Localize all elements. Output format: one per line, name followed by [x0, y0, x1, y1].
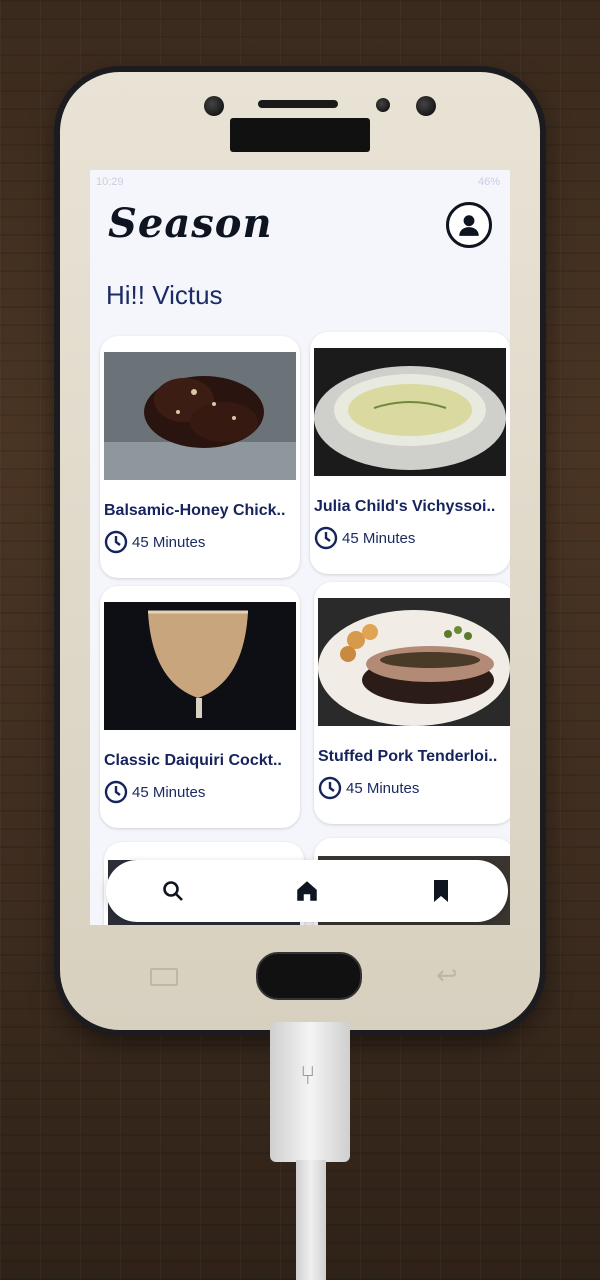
status-battery: 46%	[477, 176, 500, 188]
search-icon	[163, 881, 183, 901]
home-icon	[297, 881, 317, 901]
earpiece	[258, 100, 338, 108]
home-hardware-button[interactable]	[256, 952, 362, 1000]
nav-search-button[interactable]	[158, 876, 188, 906]
clock-icon	[104, 530, 128, 554]
sensor-icon	[376, 98, 390, 112]
app-screen: 10:29 46% Season Hi!! Victus Balsamic-Ho…	[90, 170, 510, 925]
recipe-time-label: 45 Minutes	[132, 783, 206, 801]
front-camera-icon	[204, 96, 224, 116]
back-icon[interactable]: ↩	[436, 960, 458, 991]
recipe-card[interactable]: Julia Child's Vichyssoi.. 45 Minutes	[310, 332, 510, 574]
recipe-time: 45 Minutes	[104, 780, 205, 804]
pork-photo	[318, 598, 510, 726]
clock-icon	[314, 526, 338, 550]
recipe-time-label: 45 Minutes	[132, 533, 206, 551]
recipe-time-label: 45 Minutes	[342, 529, 416, 547]
cocktail-photo	[104, 602, 296, 730]
status-time: 10:29	[96, 176, 124, 188]
profile-button[interactable]	[446, 202, 492, 248]
usb-cable	[270, 1022, 350, 1162]
sensor-bar	[230, 118, 370, 152]
clock-icon	[104, 780, 128, 804]
user-icon	[459, 215, 479, 236]
bottom-nav	[106, 860, 508, 922]
app-logo: Season	[108, 200, 273, 247]
soup-photo	[314, 348, 506, 476]
clock-icon	[318, 776, 342, 800]
recipe-title: Balsamic-Honey Chick..	[104, 502, 286, 519]
bookmark-icon	[434, 880, 448, 902]
recipe-card[interactable]: Balsamic-Honey Chick.. 45 Minutes	[100, 336, 300, 578]
recipe-title: Julia Child's Vichyssoi..	[314, 498, 496, 515]
fried-chicken-photo	[104, 352, 296, 480]
recipe-card[interactable]: Stuffed Pork Tenderloi.. 45 Minutes	[314, 582, 510, 824]
usb-icon: ⑂	[300, 1060, 316, 1090]
nav-bookmark-button[interactable]	[426, 876, 456, 906]
recipe-card[interactable]: Classic Daiquiri Cockt.. 45 Minutes	[100, 586, 300, 828]
recipe-title: Classic Daiquiri Cockt..	[104, 752, 282, 769]
recipe-time: 45 Minutes	[318, 776, 419, 800]
recipe-time: 45 Minutes	[104, 530, 205, 554]
sensor-icon	[416, 96, 436, 116]
recent-apps-icon[interactable]	[150, 968, 178, 986]
recipe-time-label: 45 Minutes	[346, 779, 420, 797]
greeting: Hi!! Victus	[106, 280, 223, 310]
usb-cable-tail	[296, 1160, 326, 1280]
recipe-title: Stuffed Pork Tenderloi..	[318, 748, 498, 765]
recipe-time: 45 Minutes	[314, 526, 415, 550]
nav-home-button[interactable]	[292, 876, 322, 906]
